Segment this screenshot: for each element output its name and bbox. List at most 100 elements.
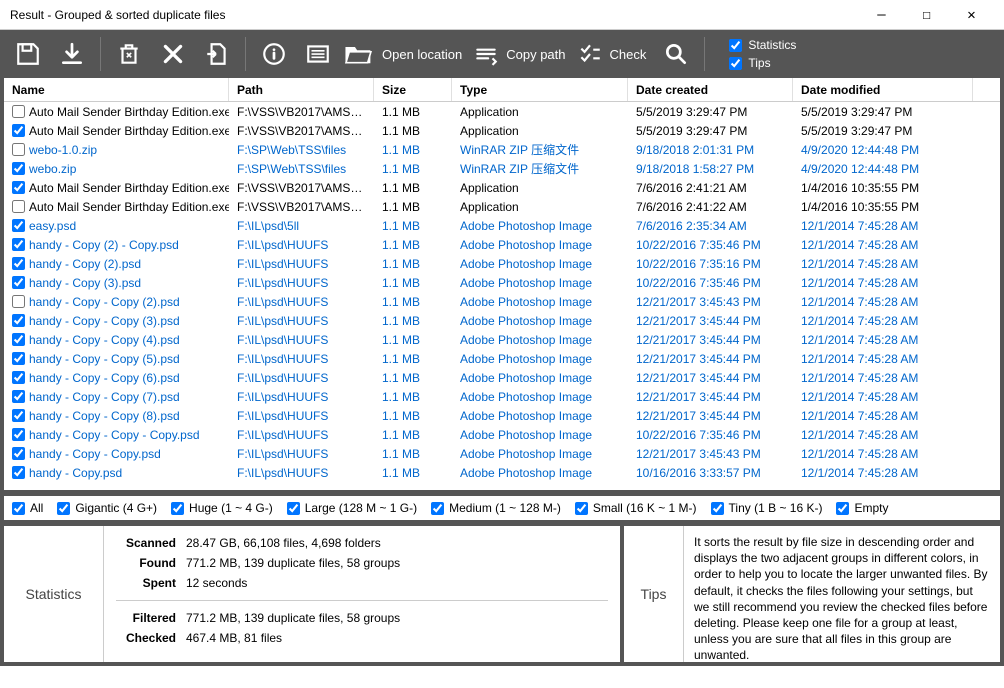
cell-created: 12/21/2017 3:45:44 PM (628, 333, 793, 347)
column-type[interactable]: Type (452, 78, 628, 101)
cell-path: F:\IL\psd\HUUFS (229, 276, 374, 290)
stat-found-label: Found (116, 556, 176, 570)
copy-path-button[interactable]: Copy path (472, 34, 571, 74)
cell-size: 1.1 MB (374, 447, 452, 461)
row-checkbox[interactable] (12, 447, 25, 460)
table-row[interactable]: Auto Mail Sender Birthday Edition.exeF:\… (4, 121, 1000, 140)
table-row[interactable]: Auto Mail Sender Birthday Edition.exeF:\… (4, 197, 1000, 216)
filter-medium[interactable]: Medium (1 ~ 128 M-) (431, 501, 561, 515)
row-checkbox[interactable] (12, 371, 25, 384)
table-row[interactable]: Auto Mail Sender Birthday Edition.exeF:\… (4, 178, 1000, 197)
tips-toggle[interactable]: Tips (729, 56, 796, 70)
column-size[interactable]: Size (374, 78, 452, 101)
cell-type: Adobe Photoshop Image (452, 428, 628, 442)
row-checkbox[interactable] (12, 295, 25, 308)
table-row[interactable]: handy - Copy - Copy (4).psdF:\IL\psd\HUU… (4, 330, 1000, 349)
row-checkbox[interactable] (12, 257, 25, 270)
filter-all[interactable]: All (12, 501, 43, 515)
table-row[interactable]: handy - Copy - Copy - Copy.psdF:\IL\psd\… (4, 425, 1000, 444)
close-button[interactable]: ✕ (949, 0, 994, 29)
table-row[interactable]: webo-1.0.zipF:\SP\Web\TSS\files1.1 MBWin… (4, 140, 1000, 159)
cell-type: WinRAR ZIP 压缩文件 (452, 141, 628, 158)
column-modified[interactable]: Date modified (793, 78, 973, 101)
cell-name: Auto Mail Sender Birthday Edition.exe (29, 181, 229, 195)
maximize-button[interactable]: ☐ (904, 0, 949, 29)
row-checkbox[interactable] (12, 428, 25, 441)
filter-huge[interactable]: Huge (1 ~ 4 G-) (171, 501, 273, 515)
row-checkbox[interactable] (12, 333, 25, 346)
row-checkbox[interactable] (12, 276, 25, 289)
delete-icon[interactable] (153, 34, 193, 74)
table-header: Name Path Size Type Date created Date mo… (4, 78, 1000, 102)
cell-size: 1.1 MB (374, 352, 452, 366)
cell-path: F:\IL\psd\HUUFS (229, 371, 374, 385)
table-row[interactable]: handy - Copy - Copy (7).psdF:\IL\psd\HUU… (4, 387, 1000, 406)
cell-name: handy - Copy - Copy - Copy.psd (29, 428, 200, 442)
filter-bar: All Gigantic (4 G+) Huge (1 ~ 4 G-) Larg… (0, 494, 1004, 524)
cell-type: Adobe Photoshop Image (452, 333, 628, 347)
info-icon[interactable] (254, 34, 294, 74)
row-checkbox[interactable] (12, 390, 25, 403)
column-created[interactable]: Date created (628, 78, 793, 101)
row-checkbox[interactable] (12, 219, 25, 232)
column-name[interactable]: Name (4, 78, 229, 101)
table-row[interactable]: handy - Copy - Copy (3).psdF:\IL\psd\HUU… (4, 311, 1000, 330)
cell-modified: 12/1/2014 7:45:28 AM (793, 466, 973, 480)
table-row[interactable]: handy - Copy (2).psdF:\IL\psd\HUUFS1.1 M… (4, 254, 1000, 273)
row-checkbox[interactable] (12, 466, 25, 479)
search-icon[interactable] (656, 34, 696, 74)
cell-size: 1.1 MB (374, 390, 452, 404)
check-button[interactable]: Check (576, 34, 653, 74)
column-path[interactable]: Path (229, 78, 374, 101)
row-checkbox[interactable] (12, 314, 25, 327)
select-all-icon[interactable] (298, 34, 338, 74)
row-checkbox[interactable] (12, 105, 25, 118)
table-row[interactable]: handy - Copy - Copy.psdF:\IL\psd\HUUFS1.… (4, 444, 1000, 463)
table-row[interactable]: handy - Copy - Copy (6).psdF:\IL\psd\HUU… (4, 368, 1000, 387)
cell-type: Adobe Photoshop Image (452, 390, 628, 404)
table-row[interactable]: handy - Copy (2) - Copy.psdF:\IL\psd\HUU… (4, 235, 1000, 254)
table-row[interactable]: handy - Copy - Copy (8).psdF:\IL\psd\HUU… (4, 406, 1000, 425)
cell-size: 1.1 MB (374, 371, 452, 385)
cell-name: Auto Mail Sender Birthday Edition.exe (29, 200, 229, 214)
table-row[interactable]: webo.zipF:\SP\Web\TSS\files1.1 MBWinRAR … (4, 159, 1000, 178)
row-checkbox[interactable] (12, 409, 25, 422)
recycle-icon[interactable] (109, 34, 149, 74)
cell-size: 1.1 MB (374, 295, 452, 309)
open-location-button[interactable]: Open location (342, 34, 468, 74)
cell-type: Adobe Photoshop Image (452, 371, 628, 385)
table-row[interactable]: Auto Mail Sender Birthday Edition.exeF:\… (4, 102, 1000, 121)
filter-empty[interactable]: Empty (836, 501, 888, 515)
cell-name: handy - Copy (2).psd (29, 257, 141, 271)
row-checkbox[interactable] (12, 200, 25, 213)
cell-name: easy.psd (29, 219, 76, 233)
filter-small[interactable]: Small (16 K ~ 1 M-) (575, 501, 697, 515)
row-checkbox[interactable] (12, 143, 25, 156)
filter-large[interactable]: Large (128 M ~ 1 G-) (287, 501, 417, 515)
minimize-button[interactable]: — (859, 0, 904, 29)
statistics-toggle[interactable]: Statistics (729, 38, 796, 52)
cell-modified: 12/1/2014 7:45:28 AM (793, 276, 973, 290)
cell-type: Application (452, 124, 628, 138)
table-row[interactable]: handy - Copy - Copy (2).psdF:\IL\psd\HUU… (4, 292, 1000, 311)
row-checkbox[interactable] (12, 162, 25, 175)
table-row[interactable]: easy.psdF:\IL\psd\5ll1.1 MBAdobe Photosh… (4, 216, 1000, 235)
download-icon[interactable] (52, 34, 92, 74)
row-checkbox[interactable] (12, 124, 25, 137)
table-row[interactable]: handy - Copy.psdF:\IL\psd\HUUFS1.1 MBAdo… (4, 463, 1000, 482)
statistics-toggle-label: Statistics (748, 38, 796, 52)
save-icon[interactable] (8, 34, 48, 74)
row-checkbox[interactable] (12, 352, 25, 365)
table-row[interactable]: handy - Copy - Copy (5).psdF:\IL\psd\HUU… (4, 349, 1000, 368)
cell-name: handy - Copy.psd (29, 466, 122, 480)
table-row[interactable]: handy - Copy (3).psdF:\IL\psd\HUUFS1.1 M… (4, 273, 1000, 292)
filter-tiny[interactable]: Tiny (1 B ~ 16 K-) (711, 501, 823, 515)
cell-name: handy - Copy - Copy (4).psd (29, 333, 180, 347)
row-checkbox[interactable] (12, 238, 25, 251)
cell-size: 1.1 MB (374, 276, 452, 290)
move-icon[interactable] (197, 34, 237, 74)
cell-path: F:\IL\psd\5ll (229, 219, 374, 233)
cell-modified: 12/1/2014 7:45:28 AM (793, 333, 973, 347)
row-checkbox[interactable] (12, 181, 25, 194)
filter-gigantic[interactable]: Gigantic (4 G+) (57, 501, 157, 515)
